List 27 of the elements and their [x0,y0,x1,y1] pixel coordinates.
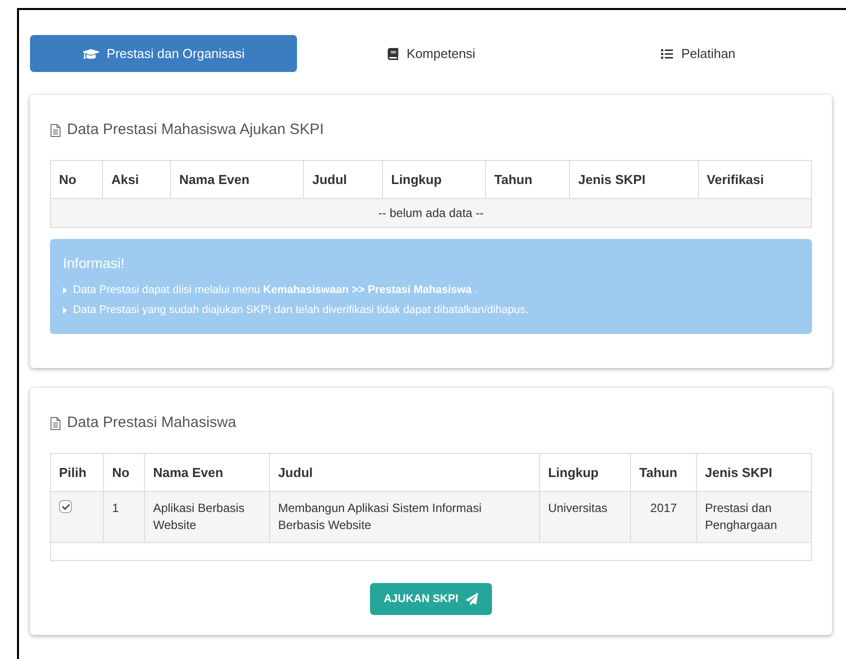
empty-message: -- belum ada data -- [50,198,812,228]
table-cell: Universitas [540,492,631,542]
column-header: Judul [270,453,540,492]
document-icon [50,416,61,430]
list-icon [661,48,674,60]
table-cell: Prestasi dan Penghargaan [696,492,812,542]
table-cell: Membangun Aplikasi Sistem Informasi Berbasis Website [270,492,540,542]
caret-icon [63,306,67,314]
column-header: No [50,160,103,198]
info-text: Data Prestasi dapat diisi melalui menu Kemahasiswaan >> Prestasi Mahasiswa . [73,283,478,298]
alert-title: Informasi! [63,254,126,273]
check-icon [62,502,70,510]
document-icon [50,124,61,137]
caret-icon [63,286,67,294]
book-icon [386,48,399,60]
checkbox[interactable] [59,500,72,513]
table-cell: 2017 [630,492,696,542]
panel-title: Data Prestasi Mahasiswa [67,413,236,433]
tab[interactable]: Kompetensi [297,35,565,72]
info-text: Data Prestasi yang sudah diajukan SKPI dan telah diverifikasi tidak dapat dibatalkan/dihapus. [73,303,529,318]
column-header: Pilih [50,453,104,492]
tab[interactable]: Prestasi dan Organisasi [30,35,298,72]
table-cell: Aplikasi Berbasis Website [144,492,270,542]
tab[interactable]: Pelatihan [564,35,832,72]
panel-title: Data Prestasi Mahasiswa Ajukan SKPI [67,120,324,140]
send-icon [466,593,478,605]
table-cell: 1 [104,492,145,542]
